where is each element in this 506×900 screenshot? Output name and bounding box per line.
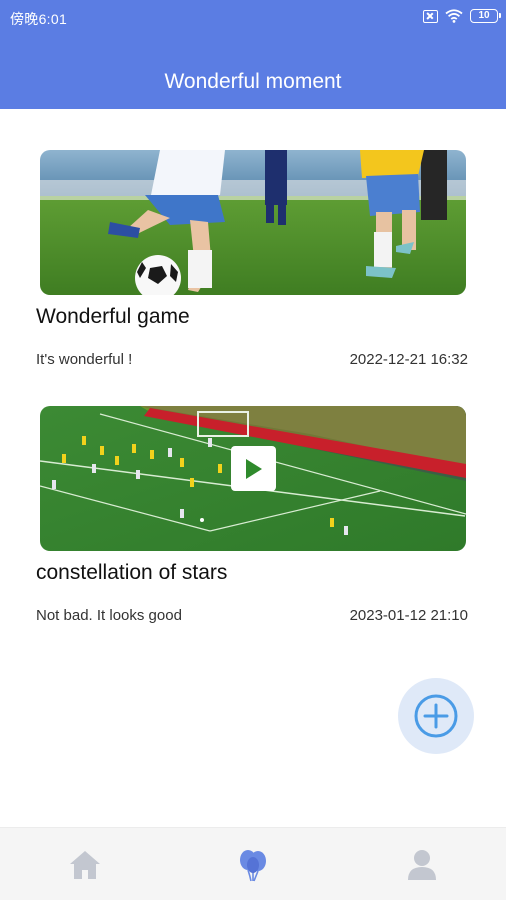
post-title: constellation of stars [36, 561, 228, 584]
tab-moments[interactable] [193, 828, 313, 900]
add-post-button[interactable] [398, 678, 474, 754]
play-icon [245, 458, 262, 479]
post-image[interactable] [40, 150, 466, 295]
page-title: Wonderful moment [164, 70, 342, 93]
post-description: Not bad. It looks good [36, 607, 182, 624]
post-date: 2022-12-21 16:32 [349, 351, 468, 368]
user-icon [408, 849, 436, 880]
post-card[interactable]: constellation of stars Not bad. It looks… [36, 406, 468, 636]
status-bar: 傍晚6:01 10 [0, 0, 506, 36]
status-time: 傍晚6:01 [10, 11, 68, 27]
battery-icon: 10 [470, 9, 501, 23]
post-date: 2023-01-12 21:10 [349, 607, 468, 624]
post-description: It's wonderful ! [36, 351, 133, 368]
sim-off-icon [423, 9, 438, 23]
app-header: 傍晚6:01 10 Wonderful moment [0, 0, 506, 109]
tab-home[interactable] [25, 828, 145, 900]
soccer-photo [40, 150, 466, 295]
post-card[interactable]: Wonderful game It's wonderful ! 2022-12-… [36, 150, 468, 380]
play-button[interactable] [231, 446, 276, 491]
post-video-thumbnail[interactable] [40, 406, 466, 551]
tab-profile[interactable] [362, 828, 482, 900]
plus-circle-icon [414, 694, 458, 738]
balloons-icon [240, 849, 266, 881]
post-title: Wonderful game [36, 305, 190, 328]
bottom-tab-bar [0, 827, 506, 900]
wifi-icon [445, 9, 463, 23]
status-icons: 10 [423, 9, 501, 23]
home-icon [70, 850, 100, 879]
